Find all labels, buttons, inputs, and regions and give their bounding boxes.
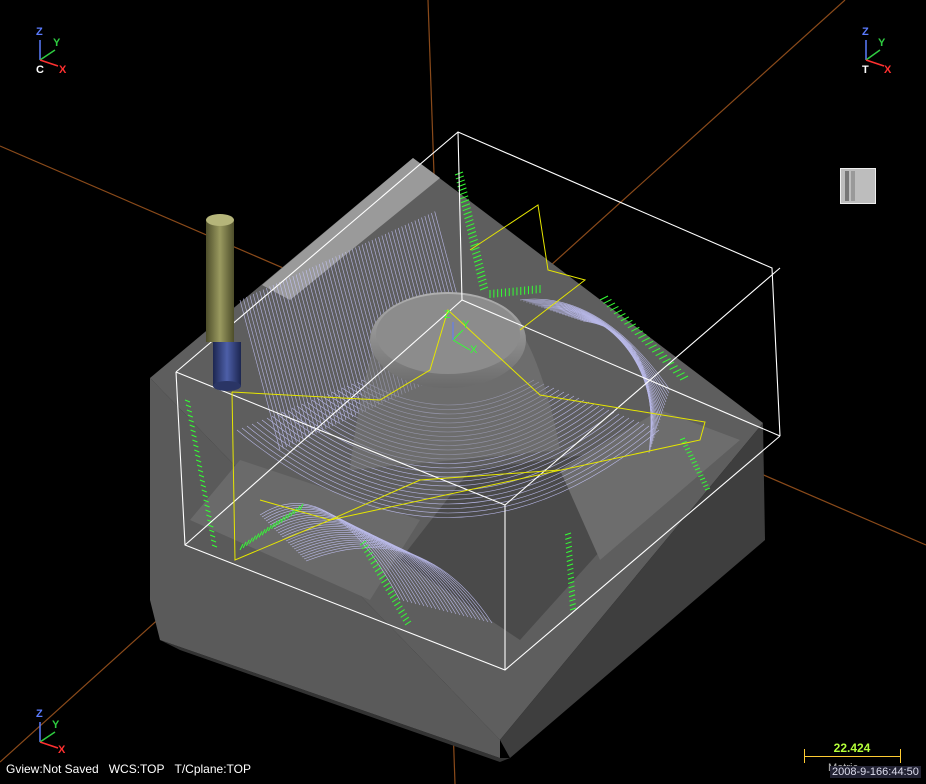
scale-value: 22.424	[833, 741, 871, 755]
triad-z-label: Z	[36, 26, 43, 38]
wcs-status[interactable]: WCS:TOP	[109, 762, 165, 776]
triad-z-label: Z	[36, 708, 43, 720]
view-triad-bottom-left: Z Y X	[34, 708, 74, 762]
part-axis-y: Y	[462, 319, 470, 331]
triad-y-label: Y	[53, 37, 61, 49]
timestamp-label: 2008-9-166:44:50	[830, 766, 921, 778]
part-axis-z: Z	[444, 309, 451, 321]
triad-origin-label: C	[36, 64, 44, 76]
gview-status[interactable]: Gview:Not Saved	[6, 762, 99, 776]
triad-x-label: X	[59, 64, 67, 76]
status-bar: Gview:Not Saved WCS:TOP T/Cplane:TOP	[6, 762, 261, 776]
triad-z-label: Z	[862, 26, 869, 38]
view-triad-top-left: Z Y C X	[34, 26, 74, 80]
tcplane-status[interactable]: T/Cplane:TOP	[175, 762, 251, 776]
graphics-viewport[interactable]: Z Y X	[0, 0, 926, 784]
triad-x-label: X	[58, 744, 66, 756]
triad-origin-label: T	[862, 64, 869, 76]
stock-block	[150, 158, 765, 762]
view-shade-icon[interactable]	[840, 168, 876, 204]
scale-line	[804, 756, 900, 757]
triad-x-label: X	[884, 64, 892, 76]
triad-y-label: Y	[878, 37, 886, 49]
triad-y-label: Y	[52, 719, 60, 731]
view-triad-top-right: Z Y T X	[860, 26, 900, 80]
part-axis-x: X	[470, 344, 478, 356]
scale-indicator: 22.424 Metric 2008-9-166:44:50	[802, 741, 921, 780]
